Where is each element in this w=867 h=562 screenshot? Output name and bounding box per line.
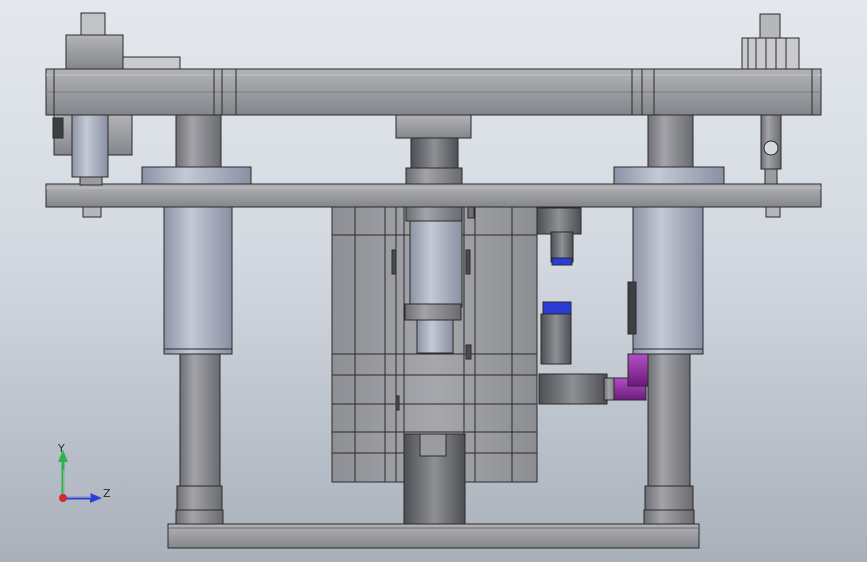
left-flange[interactable]: [141, 166, 252, 185]
left-guide-bushing[interactable]: [163, 205, 233, 355]
coordinate-triad: [58, 450, 102, 503]
cad-viewport[interactable]: Y Z: [0, 0, 867, 562]
lower-air-fitting[interactable]: [538, 301, 619, 405]
upper-air-fitting[interactable]: [536, 207, 582, 266]
y-axis-label: Y: [57, 442, 65, 455]
right-flange[interactable]: [613, 166, 725, 185]
assembly-drawing[interactable]: Y Z: [0, 0, 867, 562]
right-guide-bushing[interactable]: [632, 205, 704, 355]
middle-plate[interactable]: [45, 183, 822, 208]
top-plate[interactable]: [45, 68, 822, 116]
center-connector[interactable]: [395, 114, 472, 185]
z-axis-label: Z: [103, 487, 111, 500]
